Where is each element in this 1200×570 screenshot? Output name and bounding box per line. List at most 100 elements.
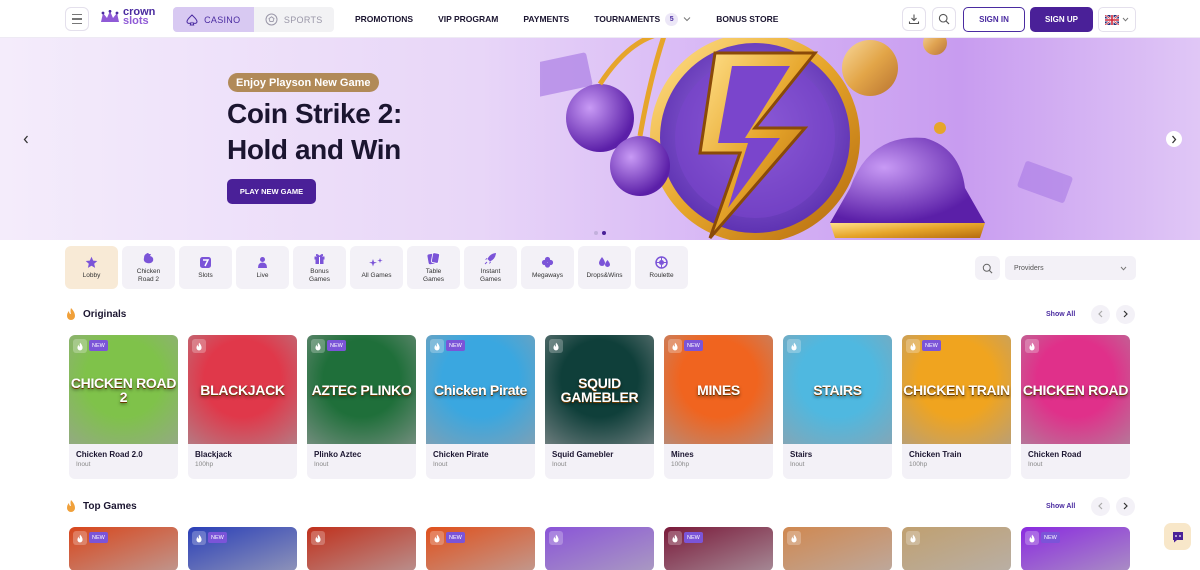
cards-icon [427, 252, 440, 265]
game-card[interactable] [783, 527, 892, 570]
fire-icon [906, 339, 920, 353]
game-thumbnail[interactable]: NEW Chicken Pirate [426, 335, 535, 444]
game-thumbnail[interactable]: NEW [188, 527, 297, 570]
hero-dot[interactable] [594, 231, 598, 235]
nav-payments[interactable]: PAYMENTS [523, 14, 569, 24]
game-card[interactable] [545, 527, 654, 570]
game-card[interactable]: NEW CHICKEN ROAD 2 Chicken Road 2.0 Inout [69, 335, 178, 479]
game-thumbnail[interactable]: SQUID GAMEBLER [545, 335, 654, 444]
game-thumbnail[interactable]: CHICKEN ROAD [1021, 335, 1130, 444]
game-name: Squid Gamebler [552, 450, 614, 459]
game-logo-text: CHICKEN ROAD [1022, 381, 1129, 398]
game-thumbnail[interactable]: NEW [69, 527, 178, 570]
game-card[interactable]: STAIRS Stairs Inout [783, 335, 892, 479]
nav-vip-program[interactable]: VIP PROGRAM [438, 14, 498, 24]
game-card[interactable]: NEW [1021, 527, 1130, 570]
category-megaways[interactable]: Megaways [521, 246, 574, 289]
game-thumbnail[interactable]: STAIRS [783, 335, 892, 444]
game-card[interactable]: NEW [426, 527, 535, 570]
category-label: Live [256, 271, 269, 279]
sign-in-button[interactable]: SIGN IN [963, 7, 1025, 32]
show-all-link[interactable]: Show All [1046, 311, 1075, 318]
game-thumbnail[interactable] [545, 527, 654, 570]
hero-banner[interactable]: Enjoy Playson New Game Coin Strike 2: Ho… [0, 38, 1200, 240]
game-card[interactable]: CHICKEN ROAD Chicken Road Inout [1021, 335, 1130, 479]
hero-dot-active[interactable] [602, 231, 606, 235]
search-button[interactable] [932, 7, 956, 31]
sign-up-button[interactable]: SIGN UP [1030, 7, 1093, 32]
game-thumbnail[interactable] [902, 527, 1011, 570]
game-card[interactable]: SQUID GAMEBLER Squid Gamebler Inout [545, 335, 654, 479]
game-name: Blackjack [195, 450, 232, 459]
category-instant-games[interactable]: Instant Games [464, 246, 517, 289]
category-lobby[interactable]: Lobby [65, 246, 118, 289]
game-card[interactable]: BLACKJACK Blackjack 100hp [188, 335, 297, 479]
language-selector[interactable] [1098, 7, 1136, 32]
top-games-next-button[interactable] [1116, 496, 1135, 516]
game-logo-text: BLACKJACK [200, 381, 285, 398]
nav-tournaments[interactable]: TOURNAMENTS 5 [594, 12, 691, 26]
game-thumbnail[interactable]: BLACKJACK [188, 335, 297, 444]
casino-sports-switch: CASINO SPORTS [173, 7, 334, 32]
category-chicken-road-2[interactable]: Chicken Road 2 [122, 246, 175, 289]
fire-icon [549, 339, 563, 353]
nav-bonus-store[interactable]: BONUS STORE [716, 14, 778, 24]
fire-icon [430, 339, 444, 353]
category-label: All Games [361, 271, 392, 279]
new-badge: NEW [1041, 532, 1060, 543]
game-thumbnail[interactable]: NEW AZTEC PLINKO [307, 335, 416, 444]
game-thumbnail[interactable]: NEW [426, 527, 535, 570]
category-label: Slots [198, 271, 213, 279]
hero-next-button[interactable] [1166, 131, 1182, 147]
chevron-right-icon [1123, 310, 1128, 318]
game-card[interactable]: NEW AZTEC PLINKO Plinko Aztec Inout [307, 335, 416, 479]
game-thumbnail[interactable]: NEW CHICKEN ROAD 2 [69, 335, 178, 444]
game-card[interactable]: NEW Chicken Pirate Chicken Pirate Inout [426, 335, 535, 479]
providers-dropdown[interactable]: Providers [1005, 256, 1136, 280]
game-provider: Inout [314, 461, 329, 468]
game-thumbnail[interactable]: NEW CHICKEN TRAIN [902, 335, 1011, 444]
category-label: Roulette [649, 271, 674, 279]
play-new-game-button[interactable]: PLAY NEW GAME [227, 179, 316, 204]
game-thumbnail[interactable]: NEW [664, 527, 773, 570]
category-live[interactable]: Live [236, 246, 289, 289]
game-thumbnail[interactable]: NEW MINES [664, 335, 773, 444]
category-bonus-games[interactable]: Bonus Games [293, 246, 346, 289]
game-card[interactable]: NEW CHICKEN TRAIN Chicken Train 100hp [902, 335, 1011, 479]
sports-tab[interactable]: SPORTS [254, 7, 335, 32]
game-card[interactable] [307, 527, 416, 570]
category-all-games[interactable]: All Games [350, 246, 403, 289]
nav-promotions[interactable]: PROMOTIONS [355, 14, 413, 24]
game-card[interactable]: NEW [188, 527, 297, 570]
category-roulette[interactable]: Roulette [635, 246, 688, 289]
category-table-games[interactable]: Table Games [407, 246, 460, 289]
download-app-button[interactable] [902, 7, 926, 31]
menu-button[interactable] [65, 7, 89, 31]
game-card[interactable]: NEW [69, 527, 178, 570]
game-provider: Inout [790, 461, 805, 468]
game-provider: 100hp [195, 461, 214, 468]
support-chat-button[interactable] [1164, 523, 1191, 550]
game-thumbnail[interactable] [783, 527, 892, 570]
hero-prev-button[interactable] [18, 131, 34, 147]
new-badge: NEW [89, 532, 108, 543]
uk-flag-icon [1105, 14, 1119, 25]
game-thumbnail[interactable]: NEW [1021, 527, 1130, 570]
category-drops-wins[interactable]: Drops&Wins [578, 246, 631, 289]
top-games-prev-button[interactable] [1091, 496, 1110, 516]
casino-tab[interactable]: CASINO [173, 7, 254, 32]
show-all-link[interactable]: Show All [1046, 503, 1075, 510]
game-provider: Inout [1028, 461, 1043, 468]
game-card[interactable]: NEW MINES Mines 100hp [664, 335, 773, 479]
new-badge: NEW [684, 532, 703, 543]
category-label: Lobby [82, 271, 101, 279]
game-card[interactable] [902, 527, 1011, 570]
originals-next-button[interactable] [1116, 304, 1135, 324]
game-thumbnail[interactable] [307, 527, 416, 570]
game-card[interactable]: NEW [664, 527, 773, 570]
site-logo[interactable]: crown slots [100, 7, 155, 27]
game-search-button[interactable] [975, 256, 1000, 280]
category-label: Instant Games [480, 268, 501, 283]
originals-prev-button[interactable] [1091, 304, 1110, 324]
category-slots[interactable]: Slots [179, 246, 232, 289]
